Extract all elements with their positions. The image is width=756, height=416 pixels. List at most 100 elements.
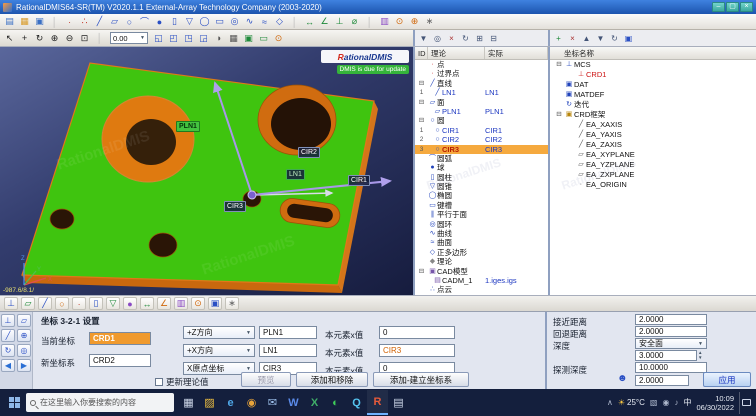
network-icon[interactable]: ▧ [650, 398, 658, 407]
clearance-value-spinner[interactable]: 3.0000 ▲▼ [635, 350, 702, 361]
probe-icon[interactable]: ⊙ [392, 15, 407, 28]
zoom-fit-icon[interactable]: ⊡ [77, 32, 92, 45]
zoom-in-icon[interactable]: ⊕ [47, 32, 62, 45]
calibrate-icon[interactable]: ⊕ [407, 15, 422, 28]
align-rotate-icon[interactable]: ↻ [1, 344, 15, 357]
coordinate-tree-row[interactable]: ↻ 迭代 [550, 100, 756, 110]
tree-filter-icon[interactable]: ▼ [417, 32, 430, 44]
coordinate-tree-row[interactable]: ▣ MATDEF [550, 90, 756, 100]
coordinate-tree-row[interactable]: ⊟ ▣ CRD框架 [550, 110, 756, 120]
ellipse-feature-icon[interactable]: ◯ [197, 15, 212, 28]
x-direction-feature[interactable]: LN1 [259, 344, 317, 357]
tab-line-icon[interactable]: ╱ [38, 297, 52, 310]
feature-tree-row[interactable]: ∥ 平行于面 [415, 210, 548, 219]
feature-tree-row[interactable]: 1 ╱ LN1 LN1 [415, 88, 548, 97]
notification-center-button[interactable] [739, 392, 752, 414]
tree-collapse-icon[interactable]: ⊟ [487, 32, 500, 44]
feature-tree-row[interactable]: ⊟ ▣ CAD模型 [415, 267, 548, 276]
align-axis-icon[interactable]: ╱ [1, 329, 15, 342]
tree-expander[interactable]: ⊟ [415, 116, 428, 125]
coordinate-tree-row[interactable]: ▱ EA_ZXPLANE [550, 170, 756, 180]
select-cursor-icon[interactable]: ↖ [2, 32, 17, 45]
coordinate-tree-row[interactable]: ▱ EA_XYPLANE [550, 150, 756, 160]
feature-tree-row[interactable]: ⊟ ╱ 直线 [415, 79, 548, 88]
tab-plane-icon[interactable]: ▱ [21, 297, 35, 310]
edge-icon[interactable]: e [220, 390, 241, 415]
column-actual[interactable]: 实际 [485, 47, 548, 59]
feature-tree-row[interactable]: ● 球 [415, 163, 548, 172]
feature-tree-row[interactable]: ∴ 点云 [415, 285, 548, 294]
settings-icon[interactable]: ∗ [422, 15, 437, 28]
rotate-view-icon[interactable]: ↻ [32, 32, 47, 45]
edge-point-feature-icon[interactable]: ∴ [77, 15, 92, 28]
feature-label-ln1[interactable]: LN1 [286, 169, 305, 180]
cone-feature-icon[interactable]: ▽ [182, 15, 197, 28]
tree-expander[interactable]: 1 [415, 88, 428, 97]
curve-feature-icon[interactable]: ∿ [242, 15, 257, 28]
clock[interactable]: 10:09 06/30/2022 [696, 394, 734, 412]
mail-icon[interactable]: ✉ [262, 390, 283, 415]
tab-probe-icon[interactable]: ⊙ [191, 297, 205, 310]
line-feature-icon[interactable]: ╱ [92, 15, 107, 28]
current-coord-field[interactable]: CRD1 [89, 332, 151, 345]
new-coord-field[interactable]: CRD2 [89, 354, 151, 367]
perpendicular-tool-icon[interactable]: ⊥ [332, 15, 347, 28]
add-remove-button[interactable]: 添加和移除 [296, 372, 368, 387]
separator[interactable]: │ [92, 32, 107, 45]
z-direction-feature[interactable]: PLN1 [259, 326, 317, 339]
align-origin-icon[interactable]: ⊕ [17, 329, 31, 342]
coordinate-tree-row[interactable]: ╱ EA_YAXIS [550, 130, 756, 140]
coordinate-tree-row[interactable]: ∙ EA_ORIGIN [550, 180, 756, 190]
close-button[interactable]: × [740, 2, 753, 12]
tree-search-icon[interactable]: ◎ [431, 32, 444, 44]
notepad-icon[interactable]: ▤ [388, 390, 409, 415]
retract-distance-field[interactable]: 2.0000 [635, 326, 707, 337]
bluetooth-icon[interactable]: ◉ [662, 398, 669, 407]
tab-sphere-icon[interactable]: ● [123, 297, 137, 310]
clearance-value-field[interactable]: 3.0000 [635, 350, 697, 361]
report-icon[interactable]: ▥ [377, 15, 392, 28]
coordinate-tree-row[interactable]: ⊟ ⊥ MCS [550, 60, 756, 70]
rationaldmis-icon[interactable]: R [367, 390, 388, 415]
align-plane-icon[interactable]: ▱ [17, 314, 31, 327]
feature-tree-row[interactable]: ∙ 过界点 [415, 69, 548, 78]
new-file-icon[interactable]: ▤ [2, 15, 17, 28]
view-iso-icon[interactable]: ◲ [196, 32, 211, 45]
tab-circle-icon[interactable]: ○ [55, 297, 69, 310]
minimize-button[interactable]: – [712, 2, 725, 12]
wechat-icon[interactable]: ◐ [325, 390, 346, 415]
feature-tree-row[interactable]: ∙ 点 [415, 60, 548, 69]
feature-tree-row[interactable]: ▯ 圆柱 [415, 173, 548, 182]
point-feature-icon[interactable]: ∙ [62, 15, 77, 28]
coordinate-tree-row[interactable]: ⊥ CRD1 [550, 70, 756, 80]
ime-indicator[interactable]: 中 [683, 397, 691, 408]
checkbox-icon[interactable] [155, 378, 163, 386]
excel-icon[interactable]: X [304, 390, 325, 415]
feature-label-pln1[interactable]: PLN1 [176, 121, 200, 132]
tab-distance-icon[interactable]: ↔ [140, 297, 154, 310]
file-explorer-icon[interactable]: ▨ [199, 390, 220, 415]
sphere-feature-icon[interactable]: ● [152, 15, 167, 28]
label-visibility-icon[interactable]: ▭ [256, 32, 271, 45]
chrome-icon[interactable]: ◉ [241, 390, 262, 415]
diameter-tool-icon[interactable]: ⌀ [347, 15, 362, 28]
tab-cad-icon[interactable]: ▣ [208, 297, 222, 310]
z-value-field[interactable]: 0 [379, 326, 455, 339]
feature-tree-row[interactable]: ▽ 圆锥 [415, 182, 548, 191]
feature-tree-row[interactable]: ▱ PLN1 PLN1 [415, 107, 548, 116]
align-321-icon[interactable]: ⊥ [1, 314, 15, 327]
add-create-coord-button[interactable]: 添加-建立坐标系 [373, 372, 469, 387]
feature-tree-row[interactable]: ⊟ ○ 圆 [415, 116, 548, 125]
feature-tree-row[interactable]: ≈ 曲面 [415, 238, 548, 247]
feature-tree-row[interactable]: ◆ 理论 [415, 257, 548, 266]
coord-delete-icon[interactable]: × [566, 32, 579, 44]
tree-expander[interactable]: ⊟ [415, 98, 428, 107]
weather-widget[interactable]: ☀25°C [618, 398, 645, 407]
z-direction-select[interactable]: +Z方向▼ [183, 326, 255, 339]
tab-report-icon[interactable]: ▥ [174, 297, 188, 310]
feature-tree-row[interactable]: 2 ○ CIR2 CIR2 [415, 135, 548, 144]
tolerance-combo[interactable]: 0.00▼ [110, 32, 148, 44]
manual-value-field[interactable]: 2.0000 [635, 375, 689, 386]
torus-feature-icon[interactable]: ◎ [227, 15, 242, 28]
separator[interactable]: │ [47, 15, 62, 28]
